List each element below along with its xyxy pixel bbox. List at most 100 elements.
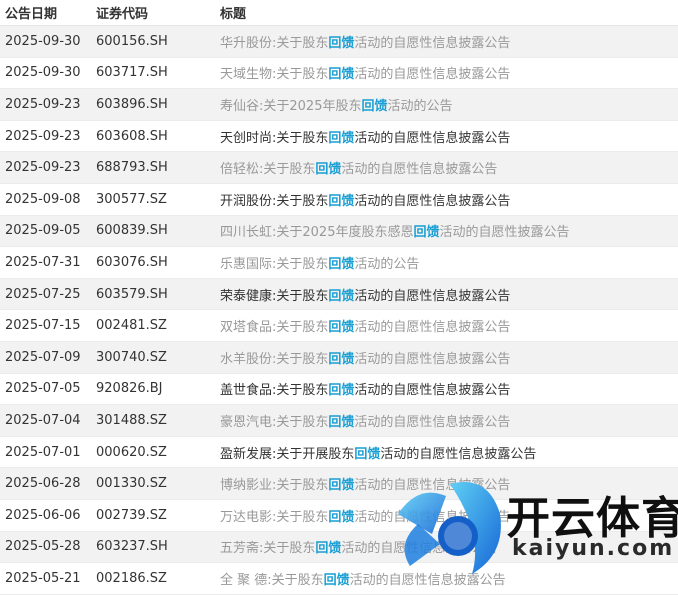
header-date[interactable]: 公告日期 — [0, 3, 90, 22]
security-code: 600156.SH — [96, 33, 168, 49]
title-keyword-highlight: 回馈 — [328, 288, 355, 304]
title-keyword-highlight: 回馈 — [315, 541, 342, 557]
title-suffix: 活动的自愿性信息披露公告 — [354, 383, 511, 399]
title-prefix: 寿仙谷:关于2025年股东 — [220, 98, 362, 114]
table-row: 2025-09-30 603717.SH 天域生物:关于股东回馈活动的自愿性信息披露… — [0, 58, 678, 90]
table-row: 2025-09-08 300577.SZ 开润股份:关于股东回馈活动的自愿性信息披露… — [0, 184, 678, 216]
title-keyword-highlight: 回馈 — [328, 414, 355, 430]
announcement-date: 2025-05-28 — [5, 539, 81, 555]
title-prefix: 全 聚 德:关于股东 — [220, 572, 324, 588]
announcement-date: 2025-09-23 — [5, 96, 81, 112]
table-row: 2025-09-23 603608.SH 天创时尚:关于股东回馈活动的自愿性信息披露… — [0, 121, 678, 153]
announcement-title-link[interactable]: 水羊股份:关于股东回馈活动的自愿性信息披露公告 — [220, 348, 678, 367]
title-keyword-highlight: 回馈 — [328, 509, 355, 525]
title-keyword-highlight: 回馈 — [413, 225, 440, 241]
title-suffix: 活动的自愿性信息披露公告 — [354, 478, 511, 494]
announcement-title-link[interactable]: 荣泰健康:关于股东回馈活动的自愿性信息披露公告 — [220, 285, 678, 304]
announcement-date: 2025-07-01 — [5, 444, 81, 460]
announcement-title-link[interactable]: 倍轻松:关于股东回馈活动的自愿性信息披露公告 — [220, 158, 678, 177]
announcement-title-link[interactable]: 全 聚 德:关于股东回馈活动的自愿性信息披露公告 — [220, 569, 678, 588]
title-suffix: 活动的自愿性信息披露公告 — [354, 320, 511, 336]
table-row: 2025-05-28 603237.SH 五芳斋:关于股东回馈活动的自愿性信息披露公… — [0, 531, 678, 564]
announcement-title-link[interactable]: 开润股份:关于股东回馈活动的自愿性信息披露公告 — [220, 190, 678, 209]
title-prefix: 五芳斋:关于股东 — [220, 541, 316, 557]
title-prefix: 华升股份:关于股东 — [220, 35, 329, 51]
announcement-title-link[interactable]: 华升股份:关于股东回馈活动的自愿性信息披露公告 — [220, 32, 678, 51]
announcement-title-link[interactable]: 寿仙谷:关于2025年股东回馈活动的公告 — [220, 95, 678, 114]
announcement-title-link[interactable]: 乐惠国际:关于股东回馈活动的公告 — [220, 253, 678, 272]
table-body: 2025-09-30 600156.SH 华升股份:关于股东回馈活动的自愿性信息披露… — [0, 26, 678, 595]
title-prefix: 天创时尚:关于股东 — [220, 130, 329, 146]
title-suffix: 活动的自愿性披露公告 — [439, 225, 570, 241]
security-code: 603076.SH — [96, 254, 168, 270]
security-code: 920826.BJ — [96, 381, 163, 397]
security-code: 002186.SZ — [96, 570, 167, 586]
title-suffix: 活动的自愿性信息披露公告 — [341, 162, 498, 178]
announcement-title-link[interactable]: 四川长虹:关于2025年度股东感恩回馈活动的自愿性披露公告 — [220, 221, 678, 240]
table-row: 2025-07-25 603579.SH 荣泰健康:关于股东回馈活动的自愿性信息披露… — [0, 278, 678, 311]
title-suffix: 活动的自愿性信息披露公告 — [354, 130, 511, 146]
announcement-date: 2025-07-09 — [5, 349, 81, 365]
announcement-date: 2025-07-31 — [5, 254, 81, 270]
title-suffix: 活动的自愿性信息披露公告 — [354, 509, 511, 525]
title-keyword-highlight: 回馈 — [315, 162, 342, 178]
title-keyword-highlight: 回馈 — [328, 478, 355, 494]
title-prefix: 盖世食品:关于股东 — [220, 383, 329, 399]
announcement-date: 2025-09-23 — [5, 128, 81, 144]
title-prefix: 乐惠国际:关于股东 — [220, 256, 329, 272]
security-code: 603896.SH — [96, 96, 168, 112]
title-suffix: 活动的自愿性信息披露公告 — [354, 193, 511, 209]
title-keyword-highlight: 回馈 — [328, 67, 355, 83]
announcement-date: 2025-05-21 — [5, 570, 81, 586]
security-code: 603237.SH — [96, 539, 168, 555]
title-suffix: 活动的自愿性信息披露公告 — [354, 288, 511, 304]
title-keyword-highlight: 回馈 — [328, 351, 355, 367]
announcement-title-link[interactable]: 盈新发展:关于开展股东回馈活动的自愿性信息披露公告 — [220, 443, 678, 462]
header-title[interactable]: 标题 — [220, 3, 678, 22]
announcement-title-link[interactable]: 豪恩汽电:关于股东回馈活动的自愿性信息披露公告 — [220, 411, 678, 430]
title-suffix: 活动的自愿性信息披露公告 — [354, 35, 511, 51]
title-prefix: 豪恩汽电:关于股东 — [220, 414, 329, 430]
title-keyword-highlight: 回馈 — [354, 446, 381, 462]
title-suffix: 活动的公告 — [387, 98, 453, 114]
table-row: 2025-07-15 002481.SZ 双塔食品:关于股东回馈活动的自愿性信息披露… — [0, 310, 678, 342]
title-prefix: 四川长虹:关于2025年度股东感恩 — [220, 225, 414, 241]
security-code: 603579.SH — [96, 286, 168, 302]
title-keyword-highlight: 回馈 — [328, 130, 355, 146]
announcement-table: 公告日期 证券代码 标题 2025-09-30 600156.SH 华升股份:关于股… — [0, 0, 678, 595]
announcement-title-link[interactable]: 天创时尚:关于股东回馈活动的自愿性信息披露公告 — [220, 127, 678, 146]
title-prefix: 倍轻松:关于股东 — [220, 162, 316, 178]
table-row: 2025-07-31 603076.SH 乐惠国际:关于股东回馈活动的公告 — [0, 247, 678, 279]
title-prefix: 开润股份:关于股东 — [220, 193, 329, 209]
announcement-date: 2025-07-25 — [5, 286, 81, 302]
security-code: 300740.SZ — [96, 349, 167, 365]
table-row: 2025-07-04 301488.SZ 豪恩汽电:关于股东回馈活动的自愿性信息披露… — [0, 405, 678, 437]
security-code: 300577.SZ — [96, 191, 167, 207]
header-code[interactable]: 证券代码 — [90, 3, 220, 22]
security-code: 301488.SZ — [96, 412, 167, 428]
announcement-date: 2025-06-06 — [5, 507, 81, 523]
announcement-date: 2025-09-30 — [5, 65, 81, 81]
table-row: 2025-07-01 000620.SZ 盈新发展:关于开展股东回馈活动的自愿性信息… — [0, 437, 678, 469]
announcement-title-link[interactable]: 盖世食品:关于股东回馈活动的自愿性信息披露公告 — [220, 379, 678, 398]
announcement-date: 2025-07-04 — [5, 412, 81, 428]
security-code: 002481.SZ — [96, 318, 167, 334]
title-suffix: 活动的自愿性信息披露公告 — [354, 67, 511, 83]
title-prefix: 万达电影:关于股东 — [220, 509, 329, 525]
announcement-title-link[interactable]: 天域生物:关于股东回馈活动的自愿性信息披露公告 — [220, 63, 678, 82]
title-keyword-highlight: 回馈 — [328, 256, 355, 272]
announcement-date: 2025-09-23 — [5, 160, 81, 176]
title-keyword-highlight: 回馈 — [323, 572, 350, 588]
table-row: 2025-09-30 600156.SH 华升股份:关于股东回馈活动的自愿性信息披露… — [0, 26, 678, 58]
title-prefix: 水羊股份:关于股东 — [220, 351, 329, 367]
announcement-title-link[interactable]: 双塔食品:关于股东回馈活动的自愿性信息披露公告 — [220, 316, 678, 335]
table-row: 2025-09-23 603896.SH 寿仙谷:关于2025年股东回馈活动的公告 — [0, 89, 678, 121]
security-code: 603608.SH — [96, 128, 168, 144]
title-keyword-highlight: 回馈 — [328, 35, 355, 51]
title-prefix: 盈新发展:关于开展股东 — [220, 446, 355, 462]
security-code: 688793.SH — [96, 160, 168, 176]
announcement-title-link[interactable]: 博纳影业:关于股东回馈活动的自愿性信息披露公告 — [220, 474, 678, 493]
announcement-title-link[interactable]: 五芳斋:关于股东回馈活动的自愿性信息披露公告 — [220, 537, 678, 556]
announcement-title-link[interactable]: 万达电影:关于股东回馈活动的自愿性信息披露公告 — [220, 506, 678, 525]
table-header: 公告日期 证券代码 标题 — [0, 0, 678, 26]
